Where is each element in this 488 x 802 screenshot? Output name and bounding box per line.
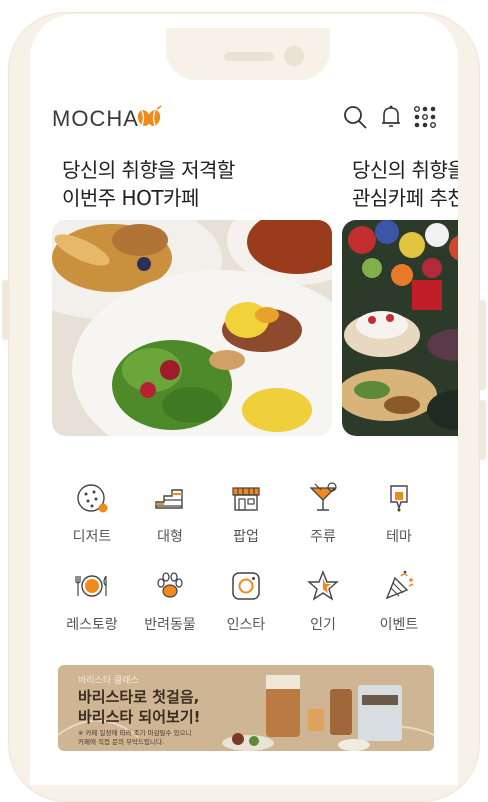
category-popup[interactable]: 팝업 [211, 480, 281, 546]
category-popular[interactable]: 인기 [288, 568, 358, 634]
category-instagram[interactable]: 인스타 [211, 568, 281, 634]
side-button [2, 280, 10, 340]
category-alcohol[interactable]: 주류 [288, 480, 358, 546]
side-button [478, 300, 486, 390]
banner-title: 바리스타로 첫걸음, 바리스타 되어보기! [78, 688, 201, 726]
speaker [224, 52, 274, 61]
instagram-icon [232, 572, 260, 600]
barista-class-banner[interactable]: 바리스타 클래스 바리스타로 첫걸음, 바리스타 되어보기! ※ 카페 일정에 … [58, 665, 434, 751]
app-screen: MOCHA 당신의 취향을 저격할 이번주 HOT카페 당신의 취향을 관심카페… [30, 14, 458, 785]
logo-text: MOCHA [52, 106, 139, 131]
storefront-icon [232, 487, 260, 511]
brunch-food-photo [52, 220, 332, 436]
cookie-icon [77, 484, 108, 513]
side-button [478, 400, 486, 460]
bell-icon[interactable] [378, 104, 404, 130]
party-popper-icon [385, 570, 414, 600]
category-large[interactable]: 대형 [135, 480, 205, 546]
star-icon [307, 570, 339, 601]
plate-cutlery-icon [75, 575, 107, 597]
carousel-card-image[interactable] [52, 220, 332, 436]
category-event[interactable]: 이벤트 [364, 568, 434, 634]
category-theme[interactable]: 테마 [364, 480, 434, 546]
category-dessert[interactable]: 디저트 [57, 480, 127, 546]
category-restaurant[interactable]: 레스토랑 [57, 568, 127, 634]
stairs-icon [155, 489, 183, 509]
camera [284, 46, 304, 66]
banner-small-text: 바리스타 클래스 [78, 676, 139, 686]
cocktail-icon [309, 482, 337, 511]
carousel-card-title: 당신의 취향을 저격할 이번주 HOT카페 [62, 158, 235, 210]
carousel-card-title: 당신의 취향을 관심카페 추천 [352, 158, 458, 210]
carousel-card-image[interactable] [342, 220, 458, 436]
app-header: MOCHA [30, 94, 458, 144]
dessert-table-photo [342, 220, 458, 436]
banner-note: ※ 카페 일정에 따라 조기 마감될수 있으니 카페에 직접 문의 부탁드립니다… [78, 729, 192, 746]
theme-icon [390, 485, 408, 512]
logo-coffee-beans-icon [137, 105, 162, 126]
paw-icon [157, 572, 183, 598]
category-pets[interactable]: 반려동물 [135, 568, 205, 634]
search-icon[interactable] [342, 104, 368, 130]
grid-menu-icon[interactable] [412, 104, 438, 130]
notch [166, 28, 330, 80]
